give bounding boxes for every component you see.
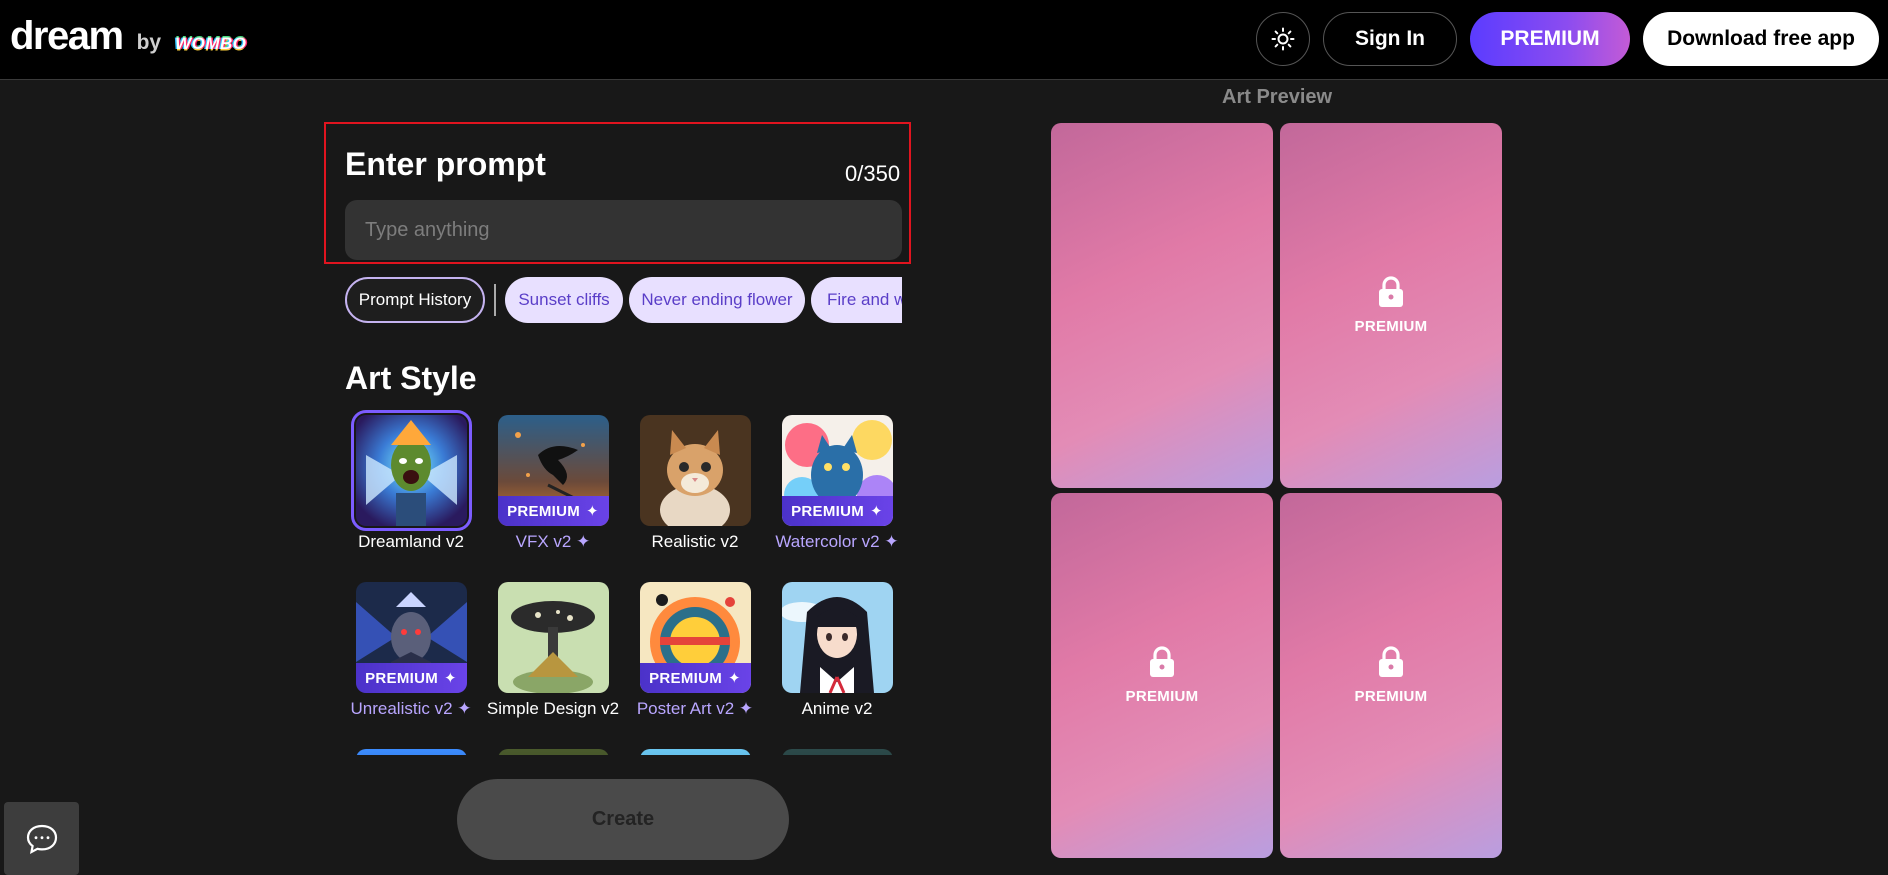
premium-badge: PREMIUM ✦ xyxy=(781,496,893,526)
sparkle-icon: ✦ xyxy=(444,670,457,687)
prompt-char-counter: 0/350 xyxy=(845,161,901,186)
suggestion-chip[interactable]: Sunset cliffs xyxy=(505,277,623,323)
premium-badge: PREMIUM ✦ xyxy=(497,496,609,526)
preview-card xyxy=(1051,123,1273,488)
style-label: Simple Design v2 xyxy=(486,699,620,718)
style-dreamland[interactable]: Dreamland v2 xyxy=(340,410,482,552)
logo-dream-text: dream xyxy=(10,14,124,58)
create-button[interactable]: Create xyxy=(457,779,789,860)
prompt-history-button[interactable]: Prompt History xyxy=(345,277,485,323)
lock-icon xyxy=(1379,646,1403,677)
premium-badge: PREMIUM ✦ xyxy=(639,663,751,693)
style-thumbnail: PREMIUM ✦ xyxy=(497,415,609,526)
lock-icon xyxy=(1379,276,1403,307)
sign-in-button[interactable]: Sign In xyxy=(1323,12,1457,66)
style-poster-art[interactable]: PREMIUM ✦ Poster Art v2 ✦ xyxy=(624,582,766,719)
style-label: Dreamland v2 xyxy=(358,532,464,551)
style-thumbnail xyxy=(639,749,751,755)
preview-card-locked[interactable]: PREMIUM xyxy=(1280,493,1502,858)
style-thumbnail xyxy=(355,749,467,755)
style-label: Realistic v2 xyxy=(651,532,739,551)
prompt-title: Enter prompt xyxy=(345,146,546,182)
realistic-art xyxy=(639,415,751,526)
style-row3-2[interactable] xyxy=(482,749,624,755)
style-vfx[interactable]: PREMIUM ✦ VFX v2 ✦ xyxy=(482,415,624,552)
art-style-grid: Dreamland v2 PREMIUM ✦ VFX v2 ✦ Realisti… xyxy=(340,410,910,755)
dream-logo[interactable]: dream by WOMBO xyxy=(10,14,247,59)
top-bar: dream by WOMBO Sign In PREMIUM Download … xyxy=(0,0,1888,80)
style-row3-1[interactable] xyxy=(340,749,482,755)
sparkle-icon: ✦ xyxy=(586,503,599,520)
chat-bubble-icon xyxy=(26,824,57,854)
style-row3-4[interactable] xyxy=(766,749,908,755)
art-style-title: Art Style xyxy=(345,360,477,396)
prompt-chips-row: Prompt History Sunset cliffs Never endin… xyxy=(345,277,902,323)
style-thumbnail xyxy=(639,415,751,526)
style-row3-3[interactable] xyxy=(624,749,766,755)
preview-card-locked[interactable]: PREMIUM xyxy=(1280,123,1502,488)
chat-support-button[interactable] xyxy=(4,802,79,875)
wombo-logo: WOMBO xyxy=(175,34,247,53)
dreamland-art xyxy=(355,415,467,526)
style-realistic[interactable]: Realistic v2 xyxy=(624,415,766,552)
style-watercolor[interactable]: PREMIUM ✦ Watercolor v2 ✦ xyxy=(766,415,908,552)
style-label: Poster Art v2 ✦ xyxy=(636,699,754,718)
style-label: VFX v2 ✦ xyxy=(515,532,591,551)
logo-by-text: by xyxy=(136,31,162,54)
style-thumbnail: PREMIUM ✦ xyxy=(355,582,467,693)
sparkle-icon: ✦ xyxy=(870,503,883,520)
locked-label: PREMIUM xyxy=(1125,688,1199,705)
sparkle-icon: ✦ xyxy=(728,670,741,687)
style-anime[interactable]: Anime v2 xyxy=(766,582,908,719)
style-label: Unrealistic v2 ✦ xyxy=(350,699,472,718)
simple-design-art xyxy=(497,582,609,693)
style-thumbnail xyxy=(781,582,893,693)
lock-icon xyxy=(1150,646,1174,677)
style-thumbnail xyxy=(497,582,609,693)
download-app-button[interactable]: Download free app xyxy=(1643,12,1879,66)
style-thumbnail xyxy=(350,410,472,531)
art-preview-title: Art Preview xyxy=(1222,86,1333,108)
style-thumbnail xyxy=(497,749,609,755)
chip-divider xyxy=(494,284,496,316)
style-thumbnail xyxy=(781,749,893,755)
premium-button[interactable]: PREMIUM xyxy=(1470,12,1630,66)
anime-art xyxy=(781,582,893,693)
style-unrealistic[interactable]: PREMIUM ✦ Unrealistic v2 ✦ xyxy=(340,582,482,719)
preview-card-locked[interactable]: PREMIUM xyxy=(1051,493,1273,858)
locked-label: PREMIUM xyxy=(1354,688,1428,705)
prompt-input[interactable] xyxy=(345,200,902,260)
theme-toggle-button[interactable] xyxy=(1256,12,1310,66)
style-thumbnail: PREMIUM ✦ xyxy=(639,582,751,693)
sun-icon xyxy=(1271,27,1295,51)
suggestion-chip[interactable]: Fire and water xyxy=(811,277,902,323)
style-thumbnail: PREMIUM ✦ xyxy=(781,415,893,526)
style-label: Anime v2 xyxy=(801,699,873,718)
locked-label: PREMIUM xyxy=(1354,318,1428,335)
suggestion-chip[interactable]: Never ending flower xyxy=(629,277,805,323)
style-simple-design[interactable]: Simple Design v2 xyxy=(482,582,624,719)
premium-badge: PREMIUM ✦ xyxy=(355,663,467,693)
style-label: Watercolor v2 ✦ xyxy=(775,532,899,551)
